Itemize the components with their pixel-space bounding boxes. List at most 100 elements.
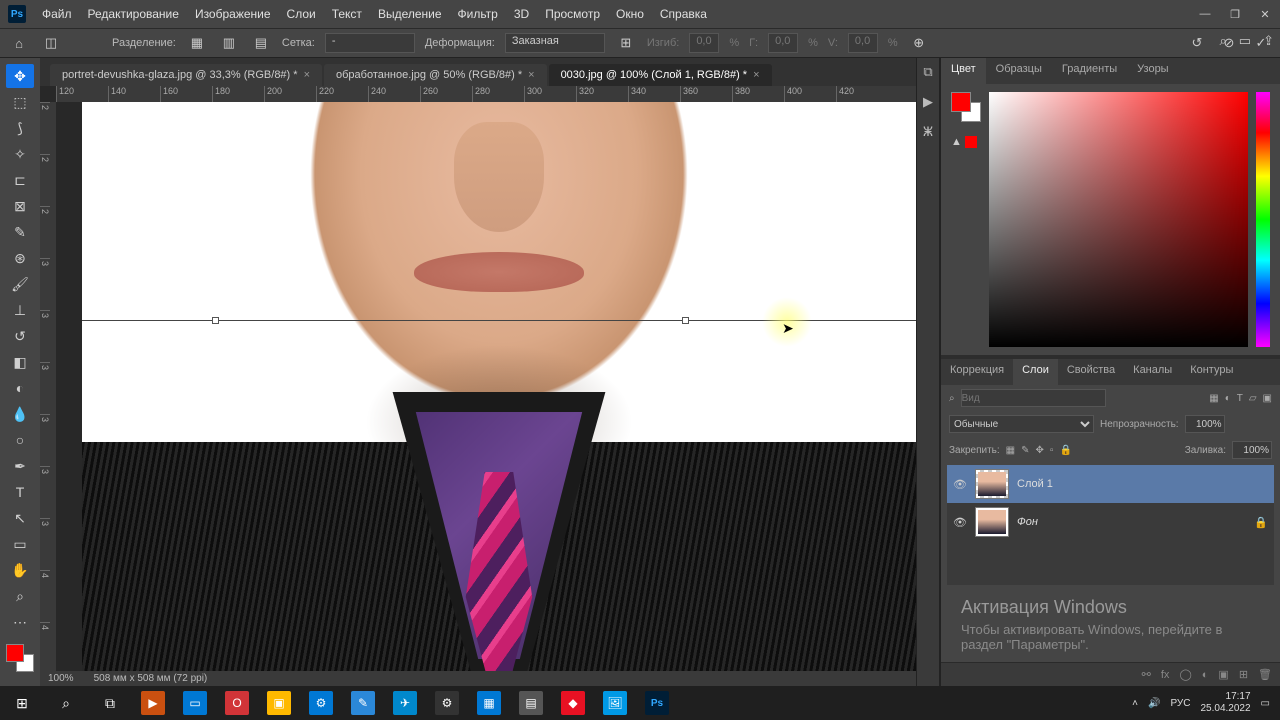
lock-artboard-icon[interactable]: ▫ [1050, 445, 1054, 456]
tab-corrections[interactable]: Коррекция [941, 359, 1013, 385]
ruler-horizontal[interactable]: 1201401601802002202402602803003203403603… [56, 86, 916, 102]
visibility-icon[interactable]: 👁 [953, 516, 967, 529]
tab-properties[interactable]: Свойства [1058, 359, 1124, 385]
tab-2[interactable]: 0030.jpg @ 100% (Слой 1, RGB/8#) *× [549, 64, 772, 86]
gradient-tool[interactable]: ◐ [6, 376, 34, 400]
crop-tool[interactable]: ⊏ [6, 168, 34, 192]
taskbar-photoshop[interactable]: Ps [636, 686, 678, 720]
move-tool[interactable]: ✥ [6, 64, 34, 88]
menu-select[interactable]: Выделение [378, 7, 442, 21]
tab-patterns[interactable]: Узоры [1127, 58, 1178, 84]
tab-paths[interactable]: Контуры [1181, 359, 1242, 385]
hue-slider[interactable] [1256, 92, 1270, 347]
layer-row[interactable]: 👁 Слой 1 [947, 465, 1274, 503]
dodge-tool[interactable]: ○ [6, 428, 34, 452]
canvas[interactable]: ➤ [82, 102, 916, 672]
fill-input[interactable] [1232, 441, 1272, 459]
warp-handle[interactable] [682, 317, 689, 324]
stamp-tool[interactable]: ⊥ [6, 298, 34, 322]
visibility-icon[interactable]: 👁 [953, 478, 967, 491]
marquee-tool[interactable]: ⬚ [6, 90, 34, 114]
layer-thumbnail[interactable] [975, 507, 1009, 537]
heal-tool[interactable]: ⊛ [6, 246, 34, 270]
layer-mask-icon[interactable]: ◯ [1179, 668, 1191, 681]
taskbar-app[interactable]: ⚙ [300, 686, 342, 720]
filter-smart-icon[interactable]: ▣ [1263, 393, 1272, 404]
filter-adjust-icon[interactable]: ◐ [1225, 393, 1231, 404]
menu-view[interactable]: Просмотр [545, 7, 600, 21]
zoom-tool[interactable]: ⌕ [6, 584, 34, 608]
menu-layers[interactable]: Слои [287, 7, 316, 21]
split-grid-2[interactable]: ▥ [218, 32, 240, 54]
tab-gradients[interactable]: Градиенты [1052, 58, 1127, 84]
tab-1[interactable]: обработанное.jpg @ 50% (RGB/8#) *× [324, 64, 547, 86]
more-tools[interactable]: ⋯ [6, 610, 34, 634]
tab-swatches[interactable]: Образцы [986, 58, 1052, 84]
link-layers-icon[interactable]: ⚯ [1142, 668, 1151, 681]
brush-panel-icon[interactable]: ⵥ [923, 124, 933, 140]
search-icon[interactable]: ⌕ [1220, 33, 1227, 49]
taskbar-app[interactable]: ✎ [342, 686, 384, 720]
minimize-button[interactable]: — [1190, 0, 1220, 28]
lock-image-icon[interactable]: ✎ [1021, 445, 1029, 456]
blend-mode-select[interactable]: Обычные [949, 415, 1094, 433]
frame-tool[interactable]: ⊠ [6, 194, 34, 218]
taskbar-app[interactable]: 🖼 [594, 686, 636, 720]
path-tool[interactable]: ↖ [6, 506, 34, 530]
delete-layer-icon[interactable]: 🗑 [1258, 668, 1272, 681]
taskbar-search[interactable]: ⌕ [44, 686, 88, 720]
gamut-warning-icon[interactable]: ▲ [951, 136, 962, 148]
grid-select[interactable]: - [325, 33, 415, 53]
wand-tool[interactable]: ✧ [6, 142, 34, 166]
orientation-icon[interactable]: ⊞ [615, 32, 637, 54]
task-view[interactable]: ⧉ [88, 686, 132, 720]
menu-file[interactable]: Файл [42, 7, 72, 21]
tab-layers[interactable]: Слои [1013, 359, 1058, 385]
shape-tool[interactable]: ▭ [6, 532, 34, 556]
blur-tool[interactable]: 💧 [6, 402, 34, 426]
layer-thumbnail[interactable] [975, 469, 1009, 499]
zoom-value[interactable]: 100% [48, 673, 74, 684]
layer-row[interactable]: 👁 Фон 🔒 [947, 503, 1274, 541]
type-tool[interactable]: T [6, 480, 34, 504]
home-icon[interactable]: ⌂ [8, 32, 30, 54]
menu-image[interactable]: Изображение [195, 7, 271, 21]
actions-panel-icon[interactable]: ▶ [923, 94, 933, 110]
search-icon[interactable]: ⌕ [949, 393, 955, 404]
taskbar-app[interactable]: ▭ [174, 686, 216, 720]
warp-select[interactable]: Заказная [505, 33, 605, 53]
warp-icon[interactable]: ◫ [40, 32, 62, 54]
split-grid-3[interactable]: ▤ [250, 32, 272, 54]
eyedropper-tool[interactable]: ✎ [6, 220, 34, 244]
group-icon[interactable]: ▣ [1218, 668, 1228, 681]
maximize-button[interactable]: ❐ [1220, 0, 1250, 28]
hand-tool[interactable]: ✋ [6, 558, 34, 582]
taskbar-app[interactable]: ⚙ [426, 686, 468, 720]
tray-notifications-icon[interactable]: ▭ [1261, 698, 1270, 709]
close-icon[interactable]: × [753, 69, 759, 81]
tab-color[interactable]: Цвет [941, 58, 986, 84]
lock-all-icon[interactable]: 🔒 [1059, 445, 1071, 456]
lock-position-icon[interactable]: ✥ [1036, 445, 1044, 456]
pen-tool[interactable]: ✒ [6, 454, 34, 478]
warp-handle[interactable] [212, 317, 219, 324]
layer-style-icon[interactable]: fx [1161, 669, 1170, 681]
arrange-icon[interactable]: ▭ [1239, 33, 1251, 49]
opacity-input[interactable] [1185, 415, 1225, 433]
menu-3d[interactable]: 3D [514, 7, 529, 21]
tab-0[interactable]: portret-devushka-glaza.jpg @ 33,3% (RGB/… [50, 64, 322, 86]
adjustment-layer-icon[interactable]: ◐ [1202, 669, 1209, 681]
filter-pixel-icon[interactable]: ▦ [1209, 393, 1218, 404]
layer-name[interactable]: Фон [1017, 516, 1038, 528]
layer-name[interactable]: Слой 1 [1017, 478, 1053, 490]
filter-type-icon[interactable]: T [1237, 393, 1243, 404]
taskbar-app[interactable]: ✈ [384, 686, 426, 720]
eraser-tool[interactable]: ◧ [6, 350, 34, 374]
menu-window[interactable]: Окно [616, 7, 644, 21]
lock-icon[interactable]: 🔒 [1254, 516, 1268, 529]
reset-icon[interactable]: ↺ [1186, 32, 1208, 54]
history-brush-tool[interactable]: ↺ [6, 324, 34, 348]
anchor-icon[interactable]: ⊕ [908, 32, 930, 54]
taskbar-app[interactable]: ▣ [258, 686, 300, 720]
color-swatches[interactable] [6, 644, 34, 672]
